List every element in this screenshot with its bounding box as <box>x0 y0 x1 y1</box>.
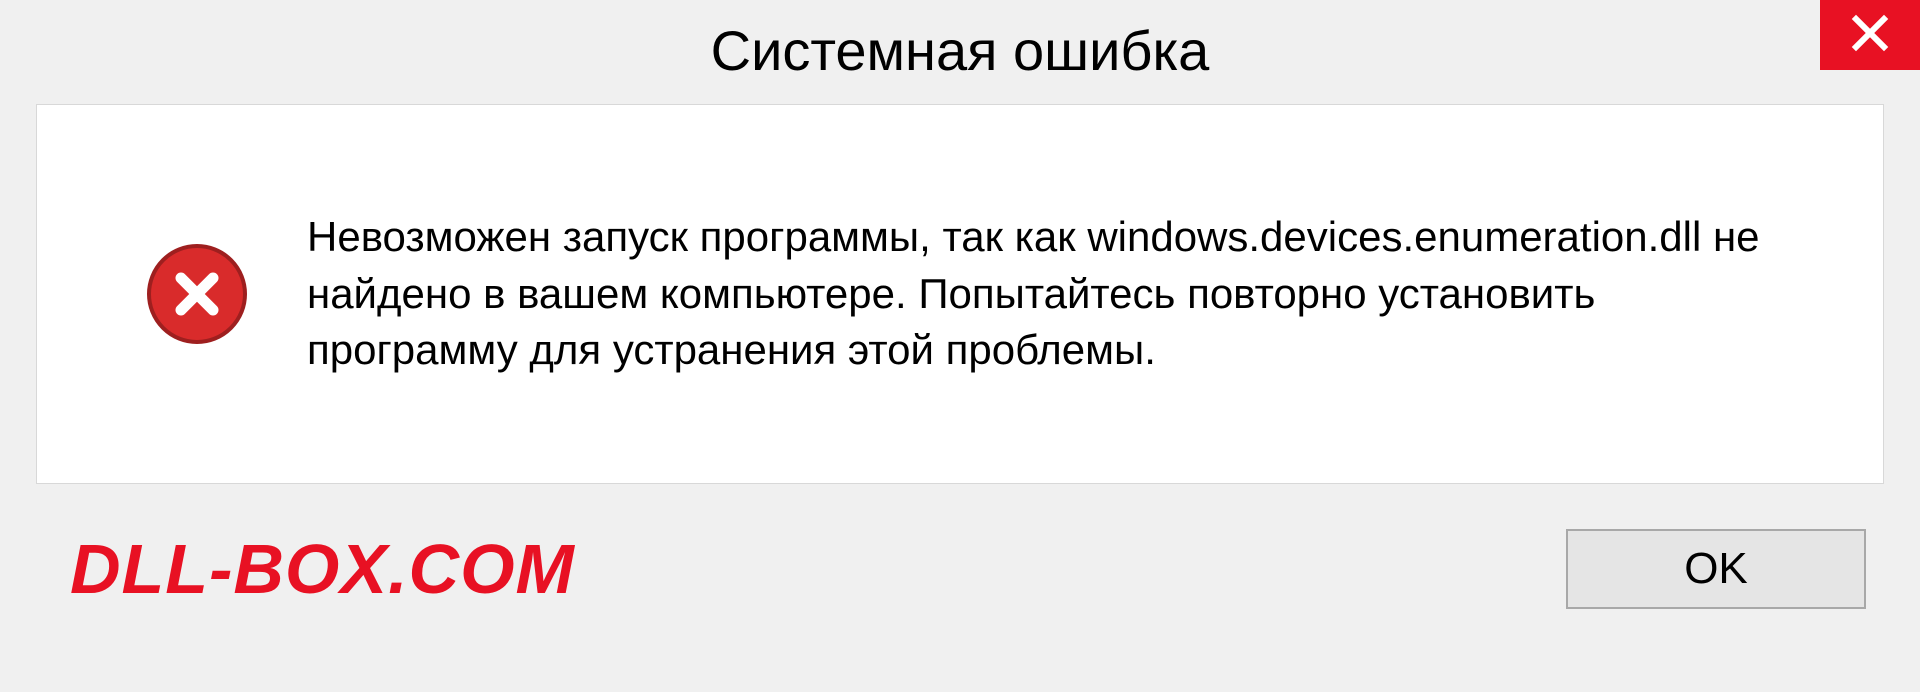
close-icon <box>1850 13 1890 58</box>
error-message: Невозможен запуск программы, так как win… <box>307 209 1813 379</box>
watermark-text: DLL-BOX.COM <box>70 529 575 609</box>
error-dialog: Системная ошибка Невозможен запуск прогр… <box>0 0 1920 692</box>
dialog-content: Невозможен запуск программы, так как win… <box>36 104 1884 484</box>
ok-button[interactable]: OK <box>1566 529 1866 609</box>
titlebar: Системная ошибка <box>0 0 1920 100</box>
error-icon-container <box>147 244 247 344</box>
dialog-footer: DLL-BOX.COM OK <box>0 484 1920 654</box>
close-button[interactable] <box>1820 0 1920 70</box>
dialog-title: Системная ошибка <box>711 18 1210 83</box>
error-icon <box>147 244 247 344</box>
